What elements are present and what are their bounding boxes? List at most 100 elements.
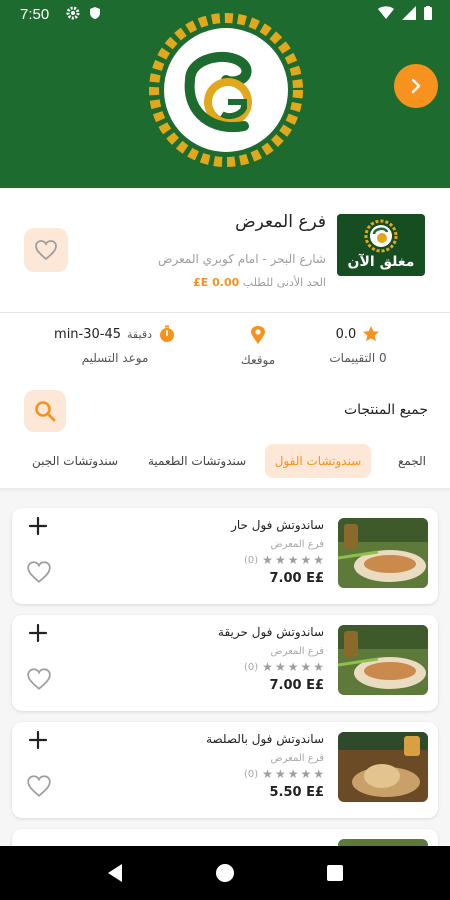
products-header: جميع المنتجات الجمع سندوتشات الفول سندوت… (0, 382, 450, 488)
star-icon: ★ (287, 767, 299, 781)
plus-icon (28, 623, 48, 643)
product-branch: فرع المعرض (270, 753, 324, 764)
product-price: 7.00 E£ (269, 571, 324, 586)
product-rating: (0) ★ ★ ★ ★ ★ (244, 661, 324, 673)
stats-row: 0.0 0 التقييمات موقعك دقيقة 30-45-min مو… (0, 312, 450, 382)
restaurant-logo (146, 10, 306, 170)
star-icon: ★ (300, 767, 312, 781)
add-to-cart-button[interactable] (26, 516, 50, 540)
product-price: 5.50 E£ (269, 785, 324, 800)
home-button[interactable] (213, 861, 237, 885)
add-to-cart-button[interactable] (26, 730, 50, 754)
star-icon: ★ (287, 553, 299, 567)
star-icon: ★ (300, 660, 312, 674)
category-tabs: الجمع سندوتشات الفول سندوتشات الطعمية سن… (0, 444, 450, 478)
star-icon: ★ (262, 767, 273, 781)
star-icon: ★ (300, 553, 312, 567)
star-icon: ★ (274, 553, 286, 567)
restaurant-banner: 7:50 (0, 0, 450, 188)
product-card[interactable]: ساندوتش فول حريقة فرع المعرض (0) ★ ★ ★ ★ ★ 7… (12, 615, 438, 711)
logo-icon (147, 11, 305, 169)
location-pin-icon (251, 326, 265, 344)
rating-value: 0.0 (335, 326, 357, 342)
tab-cheese-sandwiches[interactable]: سندوتشات الجبن (24, 444, 126, 478)
product-rating: (0) ★ ★ ★ ★ ★ (244, 554, 324, 566)
heart-icon (27, 775, 51, 797)
product-price: 7.00 E£ (269, 678, 324, 693)
branch-thumbnail: مغلق الآن (337, 214, 425, 276)
product-name: ساندوتش فول حريقة (218, 625, 324, 639)
branch-address: شارع البحر - امام كوبري المعرض (157, 252, 326, 266)
favorite-button[interactable] (26, 774, 52, 800)
star-icon: ★ (274, 767, 286, 781)
branch-name: فرع المعرض (235, 212, 326, 232)
heart-icon (35, 240, 57, 261)
timer-icon (159, 325, 174, 342)
all-products-title: جميع المنتجات (343, 402, 428, 418)
shield-icon (90, 7, 100, 19)
star-icon: ★ (313, 660, 324, 674)
battery-icon (424, 6, 432, 20)
header-divider (0, 488, 450, 492)
star-icon: ★ (313, 767, 324, 781)
settings-icon (66, 6, 80, 20)
system-navigation-bar (0, 846, 450, 900)
star-icon: ★ (262, 660, 273, 674)
tab-falafel-sandwiches[interactable]: سندوتشات الطعمية (140, 444, 254, 478)
product-name: ساندوتش فول بالصلصة (206, 732, 324, 746)
search-button[interactable] (24, 390, 66, 432)
product-branch: فرع المعرض (270, 539, 324, 550)
location-label: موقعك (240, 353, 276, 367)
back-triangle-icon (108, 864, 122, 882)
delivery-unit: دقيقة (127, 327, 152, 341)
add-to-cart-button[interactable] (26, 623, 50, 647)
tab-foul-sandwiches[interactable]: سندوتشات الفول (265, 444, 371, 478)
star-icon (363, 326, 380, 342)
rating-stat: 0.0 0 التقييمات (318, 325, 398, 365)
star-icon: ★ (262, 553, 273, 567)
heart-icon (27, 668, 51, 690)
delivery-stat: دقيقة 30-45-min موعد التسليم (50, 325, 180, 365)
favorite-button[interactable] (26, 667, 52, 693)
wifi-icon (378, 6, 394, 19)
min-order: الحد الأدنى للطلب 0.00 E£ (193, 276, 326, 289)
back-button[interactable] (103, 861, 127, 885)
product-name: ساندوتش فول حار (231, 518, 324, 532)
closed-label: مغلق الآن (347, 254, 415, 270)
plus-icon (28, 730, 48, 750)
star-icon: ★ (313, 553, 324, 567)
product-branch: فرع المعرض (270, 646, 324, 657)
signal-icon (402, 6, 416, 20)
product-image (338, 732, 428, 802)
product-card[interactable]: ساندوتش فول بالصلصة فرع المعرض (0) ★ ★ ★ ★ ★… (12, 722, 438, 818)
min-order-label: الحد الأدنى للطلب (242, 276, 326, 289)
star-icon: ★ (287, 660, 299, 674)
product-card[interactable]: ساندوتش فول حار فرع المعرض (0) ★ ★ ★ ★ ★ 7.0… (12, 508, 438, 604)
location-stat[interactable]: موقعك (218, 325, 298, 367)
restaurant-screen: 7:50 مغلق الآن فرع المعرض شارع البحر - ا… (0, 0, 450, 900)
product-image (338, 625, 428, 695)
min-order-value: 0.00 E£ (193, 276, 240, 289)
rating-count: (0) (244, 661, 259, 673)
recents-square-icon (327, 865, 343, 881)
tab-all[interactable]: الجمع (390, 444, 434, 478)
home-circle-icon (216, 864, 234, 882)
star-icon: ★ (274, 660, 286, 674)
search-icon (35, 401, 56, 422)
favorite-button[interactable] (26, 560, 52, 586)
delivery-label: موعد التسليم (81, 351, 149, 365)
next-button[interactable] (394, 64, 438, 108)
heart-icon (27, 561, 51, 583)
delivery-value: 30-45-min (54, 326, 122, 342)
chevron-right-icon (411, 78, 421, 94)
plus-icon (28, 516, 48, 536)
favorite-branch-button[interactable] (24, 228, 68, 272)
rating-count: (0) (244, 768, 259, 780)
rating-label: 0 التقييمات (329, 351, 387, 365)
branch-info: مغلق الآن فرع المعرض شارع البحر - امام ك… (0, 188, 450, 312)
rating-count: (0) (244, 554, 259, 566)
status-time: 7:50 (20, 6, 50, 23)
product-image (338, 518, 428, 588)
recents-button[interactable] (323, 861, 347, 885)
product-rating: (0) ★ ★ ★ ★ ★ (244, 768, 324, 780)
